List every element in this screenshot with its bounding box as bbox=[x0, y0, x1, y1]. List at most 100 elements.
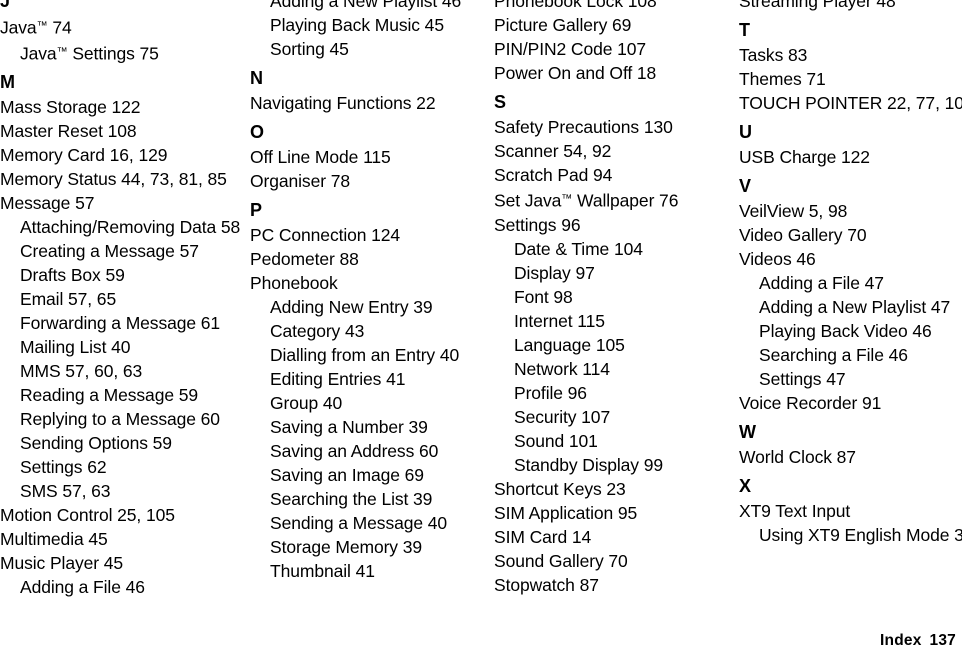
index-subentry[interactable]: Drafts Box 59 bbox=[0, 263, 245, 287]
index-entry[interactable]: Themes 71 bbox=[739, 67, 962, 91]
index-subentry[interactable]: Settings 62 bbox=[0, 455, 245, 479]
index-entry[interactable]: Sound Gallery 70 bbox=[494, 549, 735, 573]
index-entry[interactable]: Scanner 54, 92 bbox=[494, 139, 735, 163]
index-subentry[interactable]: Group 40 bbox=[250, 391, 490, 415]
index-entry[interactable]: Motion Control 25, 105 bbox=[0, 503, 245, 527]
index-subentry[interactable]: Display 97 bbox=[494, 261, 735, 285]
letter-heading-s: S bbox=[494, 92, 507, 112]
index-entry[interactable]: Scratch Pad 94 bbox=[494, 163, 735, 187]
index-subentry[interactable]: SMS 57, 63 bbox=[0, 479, 245, 503]
index-entry[interactable]: SIM Card 14 bbox=[494, 525, 735, 549]
letter-heading-n: N bbox=[250, 68, 264, 88]
index-subentry[interactable]: Adding a File 46 bbox=[0, 575, 245, 599]
index-subentry[interactable]: Internet 115 bbox=[494, 309, 735, 333]
index-subentry[interactable]: Email 57, 65 bbox=[0, 287, 245, 311]
index-entry[interactable]: Shortcut Keys 23 bbox=[494, 477, 735, 501]
index-subentry[interactable]: Adding New Entry 39 bbox=[250, 295, 490, 319]
index-subentry[interactable]: Standby Display 99 bbox=[494, 453, 735, 477]
index-entry[interactable]: Streaming Player 48 bbox=[739, 0, 962, 13]
letter-heading-j: J bbox=[0, 0, 11, 11]
index-subentry[interactable]: Saving a Number 39 bbox=[250, 415, 490, 439]
index-subentry[interactable]: Sending Options 59 bbox=[0, 431, 245, 455]
index-subentry[interactable]: Network 114 bbox=[494, 357, 735, 381]
index-subentry[interactable]: Sending a Message 40 bbox=[250, 511, 490, 535]
index-entry[interactable]: Off Line Mode 115 bbox=[250, 145, 490, 169]
index-subentry[interactable]: Playing Back Music 45 bbox=[250, 13, 490, 37]
index-subentry[interactable]: Storage Memory 39 bbox=[250, 535, 490, 559]
index-entry[interactable]: Videos 46 bbox=[739, 247, 962, 271]
index-entry[interactable]: Voice Recorder 91 bbox=[739, 391, 962, 415]
index-subentry[interactable]: Reading a Message 59 bbox=[0, 383, 245, 407]
index-subentry[interactable]: Category 43 bbox=[250, 319, 490, 343]
index-entry[interactable]: TOUCH POINTER 22, 77, 105 bbox=[739, 91, 962, 115]
letter-heading-m: M bbox=[0, 72, 16, 93]
index-subentry[interactable]: Saving an Image 69 bbox=[250, 463, 490, 487]
index-entry[interactable]: XT9 Text Input bbox=[739, 499, 962, 523]
index-entry[interactable]: USB Charge 122 bbox=[739, 145, 962, 169]
index-subentry[interactable]: Dialling from an Entry 40 bbox=[250, 343, 490, 367]
index-subentry[interactable]: Font 98 bbox=[494, 285, 735, 309]
index-entry[interactable]: Organiser 78 bbox=[250, 169, 490, 193]
index-entry[interactable]: Message 57 bbox=[0, 191, 245, 215]
index-entry[interactable]: World Clock 87 bbox=[739, 445, 962, 469]
letter-heading-o: O bbox=[250, 122, 265, 142]
index-entry[interactable]: Pedometer 88 bbox=[250, 247, 490, 271]
index-entry[interactable]: Picture Gallery 69 bbox=[494, 13, 735, 37]
index-subentry[interactable]: Sorting 45 bbox=[250, 37, 490, 61]
index-page: J Java™ 74 Java™ Settings 75 M Mass Storage … bbox=[0, 0, 962, 656]
index-entry[interactable]: Settings 96 bbox=[494, 213, 735, 237]
index-subentry[interactable]: Adding a New Playlist 46 bbox=[250, 0, 490, 13]
index-subentry[interactable]: Using XT9 English Mode 34 bbox=[739, 523, 962, 547]
index-entry[interactable]: VeilView 5, 98 bbox=[739, 199, 962, 223]
index-subentry[interactable]: Playing Back Video 46 bbox=[739, 319, 962, 343]
index-subentry[interactable]: Saving an Address 60 bbox=[250, 439, 490, 463]
index-subentry[interactable]: Java™ Settings 75 bbox=[0, 40, 245, 66]
footer-label: Index bbox=[880, 632, 922, 649]
index-subentry[interactable]: Date & Time 104 bbox=[494, 237, 735, 261]
index-entry[interactable]: Navigating Functions 22 bbox=[250, 91, 490, 115]
index-subentry[interactable]: Creating a Message 57 bbox=[0, 239, 245, 263]
index-subentry[interactable]: Profile 96 bbox=[494, 381, 735, 405]
index-entry[interactable]: Safety Precautions 130 bbox=[494, 115, 735, 139]
index-entry[interactable]: SIM Application 95 bbox=[494, 501, 735, 525]
footer-page-number: 137 bbox=[929, 632, 956, 649]
index-entry[interactable]: Mass Storage 122 bbox=[0, 95, 245, 119]
index-entry[interactable]: Phonebook Lock 108 bbox=[494, 0, 735, 13]
index-entry[interactable]: Java™ 74 bbox=[0, 14, 245, 40]
index-entry[interactable]: Memory Status 44, 73, 81, 85 bbox=[0, 167, 245, 191]
index-entry[interactable]: Set Java™ Wallpaper 76 bbox=[494, 187, 735, 213]
index-subentry[interactable]: Thumbnail 41 bbox=[250, 559, 490, 583]
index-subentry[interactable]: MMS 57, 60, 63 bbox=[0, 359, 245, 383]
letter-heading-v: V bbox=[739, 176, 752, 196]
index-subentry[interactable]: Searching the List 39 bbox=[250, 487, 490, 511]
letter-heading-p: P bbox=[250, 200, 263, 220]
index-subentry[interactable]: Forwarding a Message 61 bbox=[0, 311, 245, 335]
index-subentry[interactable]: Settings 47 bbox=[739, 367, 962, 391]
column-2: Adding a New Playlist 46 Playing Back Mus… bbox=[245, 0, 490, 583]
index-entry[interactable]: PIN/PIN2 Code 107 bbox=[494, 37, 735, 61]
index-entry[interactable]: Video Gallery 70 bbox=[739, 223, 962, 247]
letter-heading-t: T bbox=[739, 20, 751, 40]
index-entry[interactable]: Master Reset 108 bbox=[0, 119, 245, 143]
index-entry[interactable]: Multimedia 45 bbox=[0, 527, 245, 551]
index-subentry[interactable]: Editing Entries 41 bbox=[250, 367, 490, 391]
index-subentry[interactable]: Searching a File 46 bbox=[739, 343, 962, 367]
index-subentry[interactable]: Sound 101 bbox=[494, 429, 735, 453]
index-subentry[interactable]: Language 105 bbox=[494, 333, 735, 357]
index-entry[interactable]: Memory Card 16, 129 bbox=[0, 143, 245, 167]
letter-heading-w: W bbox=[739, 422, 757, 442]
index-entry[interactable]: Phonebook bbox=[250, 271, 490, 295]
index-subentry[interactable]: Adding a New Playlist 47 bbox=[739, 295, 962, 319]
index-subentry[interactable]: Mailing List 40 bbox=[0, 335, 245, 359]
column-3: Phonebook Lock 108 Picture Gallery 69 PIN/… bbox=[490, 0, 735, 597]
index-subentry[interactable]: Security 107 bbox=[494, 405, 735, 429]
index-entry[interactable]: Stopwatch 87 bbox=[494, 573, 735, 597]
column-1: J Java™ 74 Java™ Settings 75 M Mass Storage … bbox=[0, 0, 245, 599]
index-subentry[interactable]: Replying to a Message 60 bbox=[0, 407, 245, 431]
index-entry[interactable]: Tasks 83 bbox=[739, 43, 962, 67]
index-entry[interactable]: PC Connection 124 bbox=[250, 223, 490, 247]
index-subentry[interactable]: Attaching/Removing Data 58 bbox=[0, 215, 245, 239]
index-subentry[interactable]: Adding a File 47 bbox=[739, 271, 962, 295]
index-entry[interactable]: Music Player 45 bbox=[0, 551, 245, 575]
index-entry[interactable]: Power On and Off 18 bbox=[494, 61, 735, 85]
